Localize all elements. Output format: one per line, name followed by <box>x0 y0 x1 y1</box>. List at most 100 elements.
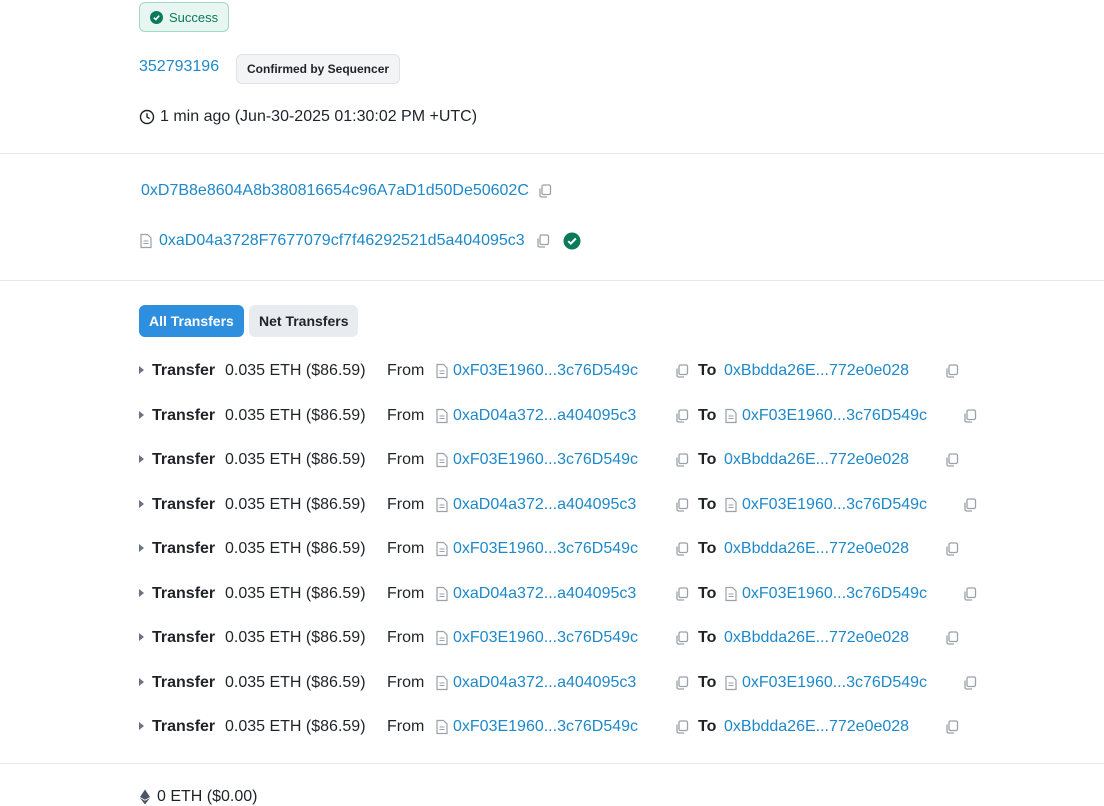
transfer-label: Transfer <box>152 584 216 602</box>
to-address-link[interactable]: 0xBbdda26E...772e0e028 <box>724 716 909 738</box>
to-address-link[interactable]: 0xF03E1960...3c76D549c <box>742 672 927 694</box>
to-address-link[interactable]: 0xBbdda26E...772e0e028 <box>724 449 909 471</box>
from-address-link[interactable]: 0xaD04a372...a404095c3 <box>453 672 636 694</box>
document-icon <box>724 586 738 602</box>
transfer-label: Transfer <box>152 406 216 424</box>
transfer-amount: 0.035 ETH ($86.59) <box>225 584 366 602</box>
copy-icon[interactable] <box>944 363 960 379</box>
transfer-label: Transfer <box>152 495 216 513</box>
transfer-amount: 0.035 ETH ($86.59) <box>225 406 366 424</box>
from-address-link[interactable]: 0xF03E1960...3c76D549c <box>453 627 638 649</box>
to-label: To <box>698 362 717 379</box>
copy-icon[interactable] <box>962 408 978 424</box>
transfer-amount: 0.035 ETH ($86.59) <box>225 540 366 557</box>
clock-icon <box>139 109 155 125</box>
from-address-link[interactable]: 0xF03E1960...3c76D549c <box>453 716 638 738</box>
document-icon <box>435 719 449 735</box>
copy-icon[interactable] <box>674 630 690 646</box>
to-address-link[interactable]: 0xF03E1960...3c76D549c <box>742 405 927 427</box>
contract-address-link[interactable]: 0xaD04a3728F7677079cf7f46292521d5a404095… <box>159 232 525 250</box>
divider <box>0 153 1104 154</box>
from-address-link[interactable]: 0xaD04a372...a404095c3 <box>453 494 636 516</box>
from-address-link[interactable]: 0xF03E1960...3c76D549c <box>453 538 638 560</box>
copy-icon[interactable] <box>674 719 690 735</box>
caret-right-icon[interactable] <box>139 633 144 641</box>
copy-icon[interactable] <box>674 497 690 513</box>
from-label: From <box>387 718 425 735</box>
to-label: To <box>698 406 717 424</box>
copy-icon[interactable] <box>674 586 690 602</box>
caret-right-icon[interactable] <box>139 499 144 508</box>
value-text: 0 ETH ($0.00) <box>157 788 258 805</box>
value-row: 0 ETH ($0.00) <box>139 788 257 806</box>
transfer-label: Transfer <box>152 451 216 468</box>
to-label: To <box>698 629 717 646</box>
copy-icon[interactable] <box>535 233 551 249</box>
to-label: To <box>698 673 717 691</box>
tab-net-transfers[interactable]: Net Transfers <box>249 305 359 337</box>
from-address-link[interactable]: 0xaD04a372...a404095c3 <box>453 405 636 427</box>
copy-icon[interactable] <box>944 541 960 557</box>
ethereum-icon <box>139 789 151 805</box>
transfer-amount: 0.035 ETH ($86.59) <box>225 495 366 513</box>
copy-icon[interactable] <box>962 586 978 602</box>
document-icon <box>435 363 449 379</box>
to-address-link[interactable]: 0xF03E1960...3c76D549c <box>742 583 927 605</box>
caret-right-icon[interactable] <box>139 455 144 463</box>
caret-right-icon[interactable] <box>139 588 144 597</box>
verified-check-icon <box>563 232 581 250</box>
copy-icon[interactable] <box>674 675 690 691</box>
copy-icon[interactable] <box>537 183 553 199</box>
status-badge: Success <box>139 2 230 32</box>
from-address-link[interactable]: 0xF03E1960...3c76D549c <box>453 449 638 471</box>
document-icon <box>435 675 449 691</box>
caret-right-icon[interactable] <box>139 366 144 374</box>
document-icon <box>435 497 449 513</box>
copy-icon[interactable] <box>674 408 690 424</box>
to-label: To <box>698 540 717 557</box>
caret-right-icon[interactable] <box>139 677 144 686</box>
from-address-link[interactable]: 0xF03E1960...3c76D549c <box>453 360 638 382</box>
caret-right-icon[interactable] <box>139 544 144 552</box>
from-address-link[interactable]: 0xD7B8e8604A8b380816654c96A7aD1d50De5060… <box>141 182 529 200</box>
transfer-amount: 0.035 ETH ($86.59) <box>225 362 366 379</box>
transfer-amount: 0.035 ETH ($86.59) <box>225 718 366 735</box>
caret-right-icon[interactable] <box>139 722 144 730</box>
document-icon <box>435 452 449 468</box>
tab-label: Net Transfers <box>259 313 349 329</box>
block-number-link[interactable]: 352793196 <box>139 58 219 76</box>
transfer-label: Transfer <box>152 718 216 735</box>
tab-all-transfers[interactable]: All Transfers <box>139 305 244 337</box>
from-label: From <box>387 629 425 646</box>
from-label: From <box>387 406 425 424</box>
from-address-link[interactable]: 0xaD04a372...a404095c3 <box>453 583 636 605</box>
to-label: To <box>698 451 717 468</box>
document-icon <box>724 408 738 424</box>
copy-icon[interactable] <box>962 675 978 691</box>
to-label: To <box>698 718 717 735</box>
copy-icon[interactable] <box>674 452 690 468</box>
from-label: From <box>387 495 425 513</box>
transfer-amount: 0.035 ETH ($86.59) <box>225 673 366 691</box>
document-icon <box>724 675 738 691</box>
copy-icon[interactable] <box>962 497 978 513</box>
document-icon <box>435 630 449 646</box>
copy-icon[interactable] <box>674 363 690 379</box>
copy-icon[interactable] <box>944 719 960 735</box>
from-address-row: 0xD7B8e8604A8b380816654c96A7aD1d50De5060… <box>141 182 553 200</box>
transfer-label: Transfer <box>152 362 216 379</box>
timestamp-row: 1 min ago (Jun-30-2025 01:30:02 PM +UTC) <box>139 108 477 126</box>
to-label: To <box>698 584 717 602</box>
copy-icon[interactable] <box>674 541 690 557</box>
status-label: Success <box>169 9 219 25</box>
to-address-link[interactable]: 0xF03E1960...3c76D549c <box>742 494 927 516</box>
to-address-link[interactable]: 0xBbdda26E...772e0e028 <box>724 538 909 560</box>
from-label: From <box>387 540 425 557</box>
copy-icon[interactable] <box>944 630 960 646</box>
from-label: From <box>387 451 425 468</box>
caret-right-icon[interactable] <box>139 410 144 419</box>
to-address-link[interactable]: 0xBbdda26E...772e0e028 <box>724 360 909 382</box>
to-address-link[interactable]: 0xBbdda26E...772e0e028 <box>724 627 909 649</box>
document-icon <box>139 233 153 249</box>
copy-icon[interactable] <box>944 452 960 468</box>
